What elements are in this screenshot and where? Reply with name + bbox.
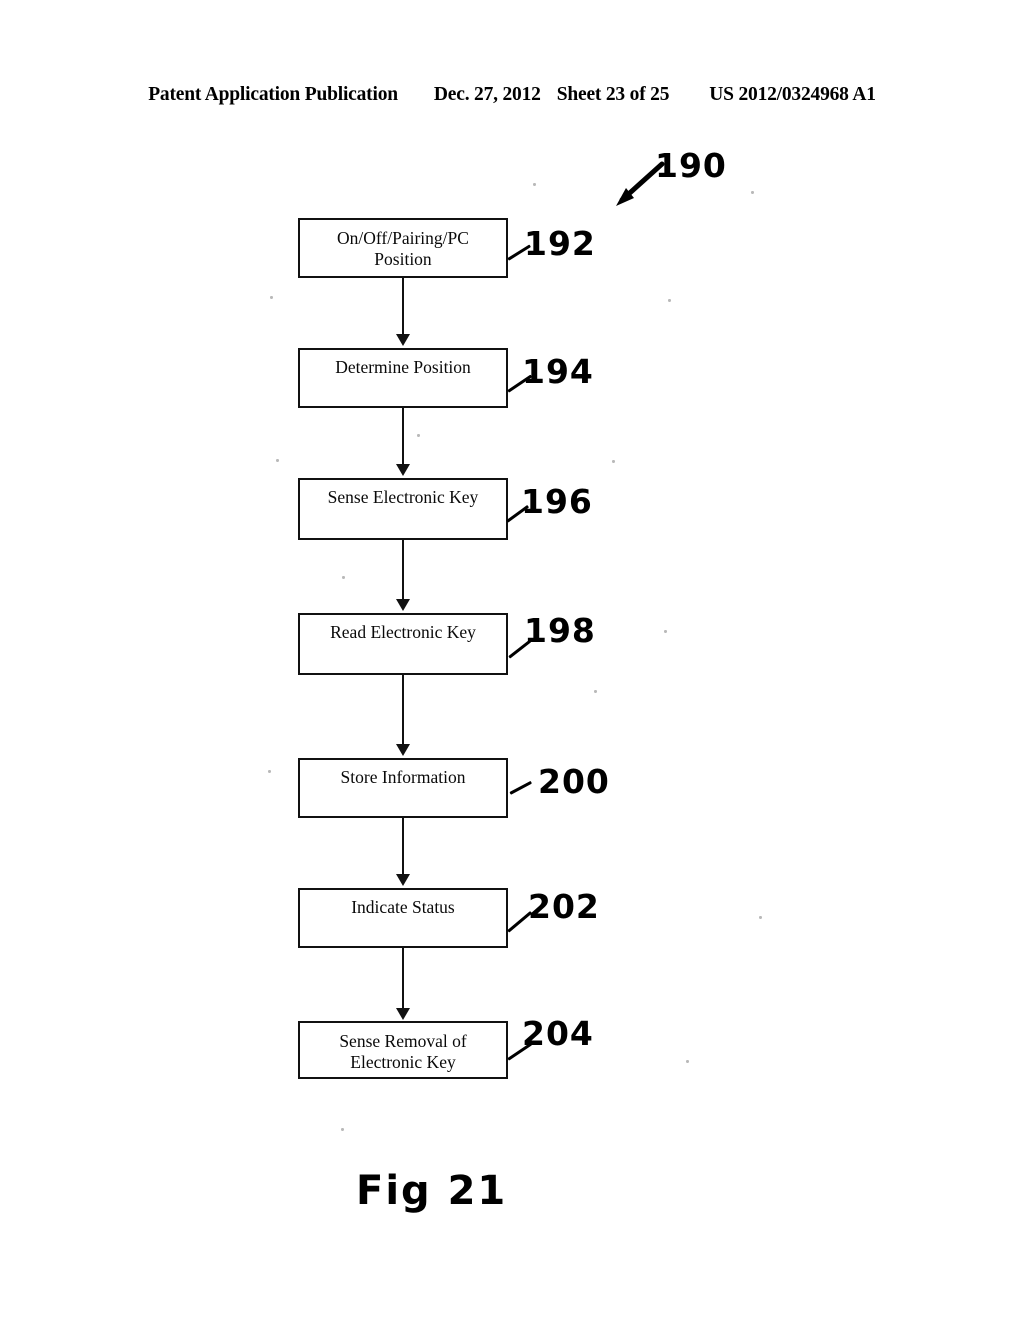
flow-node-sense-electronic-key: Sense Electronic Key — [298, 478, 508, 540]
flow-arrowhead-4-5 — [396, 744, 410, 756]
flow-node-store-information: Store Information — [298, 758, 508, 818]
diagram-ref-number: 190 — [655, 146, 727, 185]
flow-node-label-line1: Store Information — [340, 767, 466, 787]
scan-speckle — [341, 1128, 344, 1131]
scan-speckle — [276, 459, 279, 462]
scan-speckle — [342, 576, 345, 579]
figure-caption: Fig 21 — [356, 1168, 508, 1214]
ref-number-198: 198 — [524, 611, 596, 650]
flow-connector-2-3 — [402, 408, 404, 466]
scan-speckle — [664, 630, 667, 633]
flow-arrowhead-6-7 — [396, 1008, 410, 1020]
flow-node-label-line1: Sense Electronic Key — [327, 487, 479, 507]
scan-speckle — [612, 460, 615, 463]
scan-speckle — [594, 690, 597, 693]
flow-node-on-off-pairing-pc-position: On/Off/Pairing/PC Position — [298, 218, 508, 278]
ref-number-192: 192 — [524, 224, 596, 263]
scan-speckle — [268, 770, 271, 773]
ref-number-202: 202 — [528, 887, 600, 926]
flow-arrowhead-5-6 — [396, 874, 410, 886]
flow-node-label-line1: Determine Position — [335, 357, 471, 377]
flow-connector-4-5 — [402, 675, 404, 746]
flow-node-label-line1: Indicate Status — [351, 897, 455, 917]
ref-number-196: 196 — [521, 482, 593, 521]
scan-speckle — [668, 299, 671, 302]
scan-speckle — [759, 916, 762, 919]
flow-arrowhead-3-4 — [396, 599, 410, 611]
flow-node-indicate-status: Indicate Status — [298, 888, 508, 948]
flow-connector-1-2 — [402, 278, 404, 336]
scan-speckle — [686, 1060, 689, 1063]
flow-node-label-line1: Sense Removal of — [339, 1031, 467, 1051]
flow-node-label-line1: Read Electronic Key — [330, 622, 476, 642]
scan-speckle — [751, 191, 754, 194]
flow-arrowhead-2-3 — [396, 464, 410, 476]
flow-node-label-line2: Electronic Key — [350, 1052, 456, 1072]
ref-number-200: 200 — [538, 762, 610, 801]
flow-connector-5-6 — [402, 818, 404, 876]
flow-node-sense-removal-of-electronic-key: Sense Removal of Electronic Key — [298, 1021, 508, 1079]
scan-speckle — [533, 183, 536, 186]
scan-speckle — [417, 434, 420, 437]
ref-number-204: 204 — [522, 1014, 594, 1053]
flow-arrowhead-1-2 — [396, 334, 410, 346]
flow-connector-3-4 — [402, 540, 404, 601]
flow-node-read-electronic-key: Read Electronic Key — [298, 613, 508, 675]
ref-number-194: 194 — [522, 352, 594, 391]
flow-node-label-line2: Position — [374, 249, 432, 269]
ref-leader-200 — [509, 780, 532, 795]
scan-speckle — [270, 296, 273, 299]
flowchart-figure: 190 On/Off/Pairing/PC Position 192 Deter… — [0, 0, 1024, 1320]
flow-connector-6-7 — [402, 948, 404, 1010]
flow-node-determine-position: Determine Position — [298, 348, 508, 408]
flow-node-label-line1: On/Off/Pairing/PC — [337, 228, 469, 248]
